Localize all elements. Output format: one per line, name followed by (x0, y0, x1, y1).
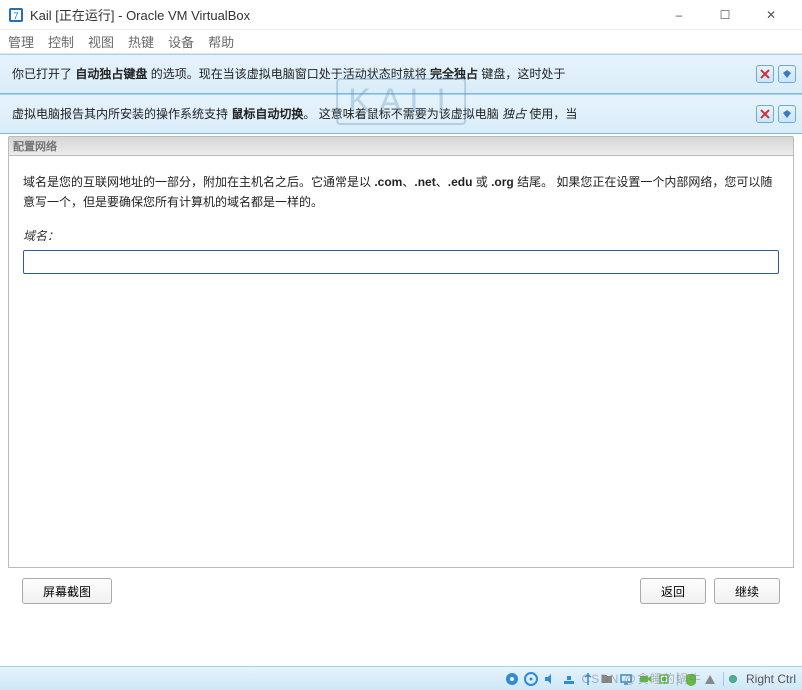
audio-icon[interactable] (542, 671, 558, 687)
pin-icon (782, 69, 792, 79)
svg-text:7: 7 (13, 11, 18, 21)
domain-field-label: 域名： (23, 227, 779, 244)
menu-hotkey[interactable]: 热键 (128, 32, 154, 51)
screenshot-button[interactable]: 屏幕截图 (22, 578, 112, 604)
continue-button[interactable]: 继续 (714, 578, 780, 604)
keyboard-capture-icon[interactable] (702, 671, 718, 687)
menu-manage[interactable]: 管理 (8, 32, 34, 51)
window-title: Kail [正在运行] - Oracle VM VirtualBox (30, 5, 250, 24)
window-titlebar: 7 Kail [正在运行] - Oracle VM VirtualBox – ☐… (0, 0, 802, 30)
mouse-integration-notice: 虚拟电脑报告其内所安装的操作系统支持 鼠标自动切换。 这意味着鼠标不需要为该虚拟… (0, 94, 802, 134)
host-key-label: Right Ctrl (746, 672, 796, 686)
dismiss-notice-button[interactable] (756, 105, 774, 123)
domain-input[interactable] (23, 250, 779, 274)
maximize-button[interactable]: ☐ (702, 0, 748, 30)
vm-statusbar: Right Ctrl CSDN @贪睡的蜗牛 (0, 666, 802, 690)
minimize-button[interactable]: – (656, 0, 702, 30)
menu-control[interactable]: 控制 (48, 32, 74, 51)
notice-toggle-button[interactable] (778, 65, 796, 83)
back-button[interactable]: 返回 (640, 578, 706, 604)
installer-section-title: 配置网络 (8, 136, 794, 156)
menu-view[interactable]: 视图 (88, 32, 114, 51)
domain-description: 域名是您的互联网地址的一部分，附加在主机名之后。它通常是以 .com、.net、… (23, 172, 779, 213)
pin-icon (782, 109, 792, 119)
menu-device[interactable]: 设备 (168, 32, 194, 51)
optical-drive-icon[interactable] (523, 671, 539, 687)
installer-panel: 域名是您的互联网地址的一部分，附加在主机名之后。它通常是以 .com、.net、… (8, 156, 794, 568)
csdn-watermark: CSDN @贪睡的蜗牛 (581, 670, 702, 687)
close-icon (760, 109, 770, 119)
close-button[interactable]: ✕ (748, 0, 794, 30)
harddisk-icon[interactable] (504, 671, 520, 687)
network-icon[interactable] (561, 671, 577, 687)
dismiss-notice-button[interactable] (756, 65, 774, 83)
app-icon: 7 (8, 7, 24, 23)
keyboard-capture-notice: 你已打开了 自动独占键盘 的选项。现在当该虚拟电脑窗口处于活动状态时就将 完全独… (0, 54, 802, 94)
menu-help[interactable]: 帮助 (208, 32, 234, 51)
close-icon (760, 69, 770, 79)
notice-toggle-button[interactable] (778, 105, 796, 123)
menubar: 管理 控制 视图 热键 设备 帮助 (0, 30, 802, 54)
host-key-indicator (729, 675, 737, 683)
